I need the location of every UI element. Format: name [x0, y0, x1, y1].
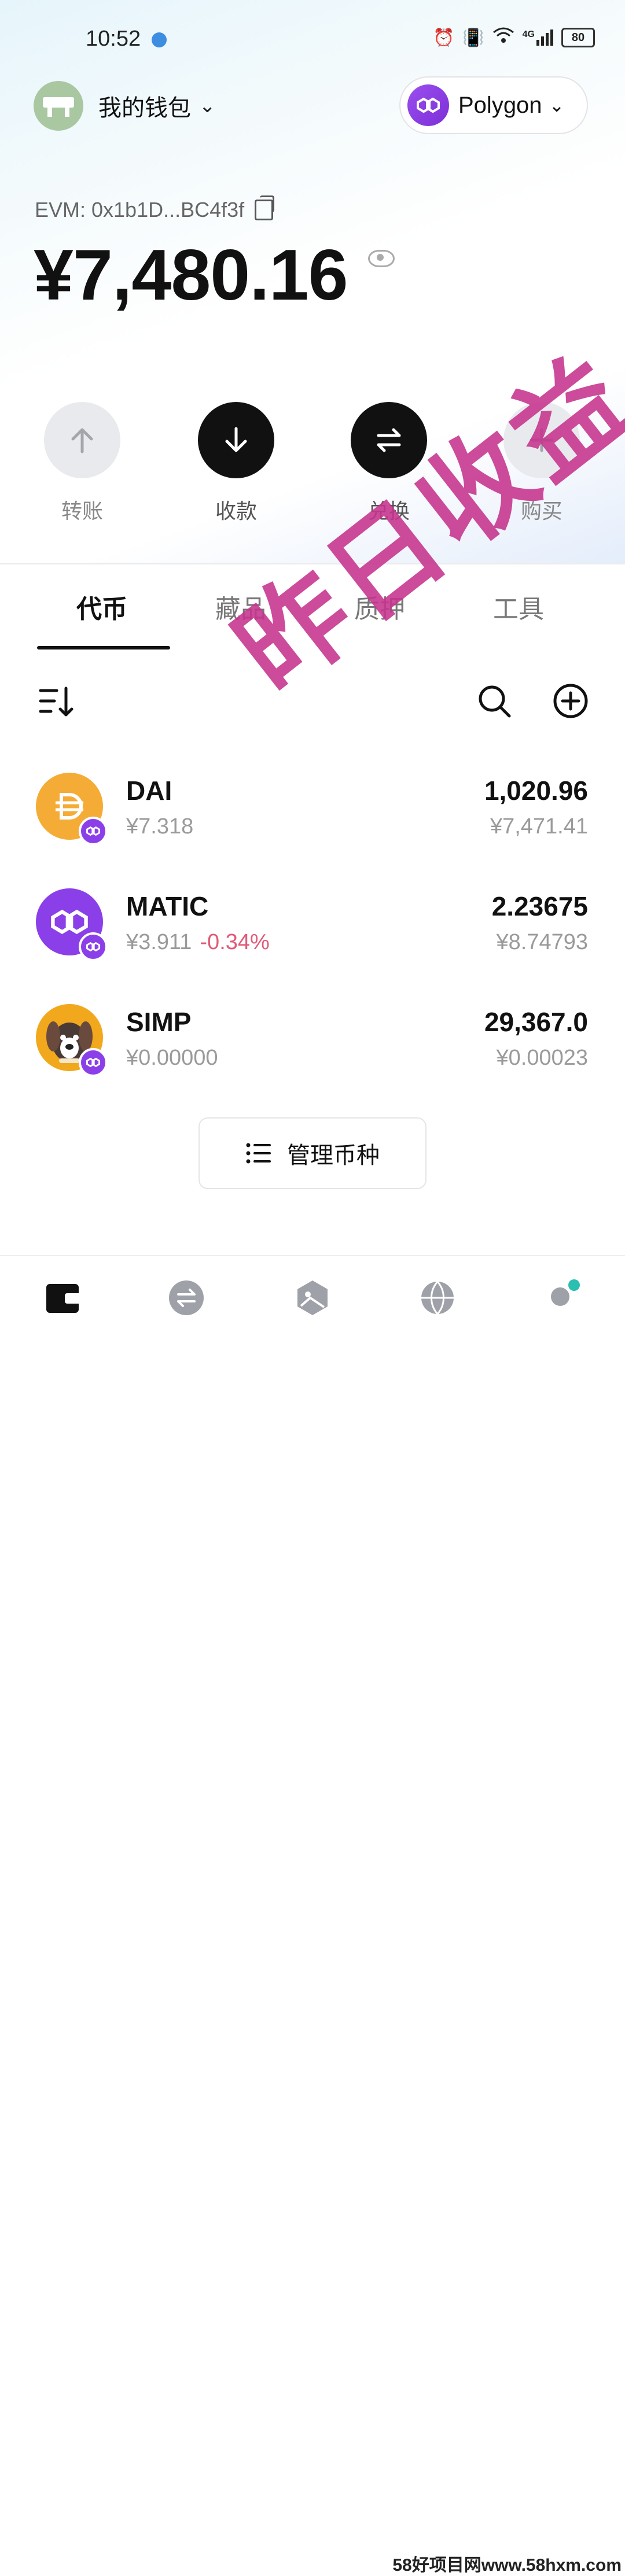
- chevron-down-icon: ⌄: [549, 95, 565, 116]
- token-value: ¥8.74793: [496, 930, 589, 954]
- arrow-down-icon: [198, 402, 274, 478]
- polygon-icon: [407, 84, 449, 126]
- status-time: 10:52: [86, 27, 141, 51]
- active-tab-indicator: [37, 646, 170, 649]
- address-row[interactable]: EVM: 0x1b1D...BC4f3f: [35, 195, 275, 222]
- manage-tokens-label: 管理币种: [287, 1143, 380, 1168]
- token-value: ¥0.00023: [496, 1046, 589, 1070]
- eye-icon[interactable]: [368, 250, 395, 267]
- wifi-icon: [492, 27, 514, 49]
- manage-tokens-button[interactable]: 管理币种: [198, 1117, 427, 1189]
- token-price-value: ¥0.00000: [126, 1046, 218, 1070]
- polygon-badge-icon: [79, 1048, 108, 1077]
- wallet-address: EVM: 0x1b1D...BC4f3f: [35, 198, 245, 222]
- swap-nav-icon[interactable]: [168, 1279, 205, 1316]
- list-icon: [246, 1143, 271, 1164]
- profile-nav-icon[interactable]: [544, 1279, 581, 1316]
- polygon-badge-icon: [79, 932, 108, 961]
- search-icon[interactable]: [476, 682, 513, 719]
- status-bar: 10:52 ⏰ 📳 4G 80: [0, 0, 625, 75]
- add-token-icon[interactable]: [552, 682, 589, 719]
- token-change: -0.34%: [200, 930, 270, 954]
- wallet-name: 我的钱包: [98, 95, 191, 121]
- token-symbol: DAI: [126, 776, 172, 806]
- token-price: ¥7.318: [126, 814, 193, 839]
- receive-button[interactable]: 收款: [178, 402, 294, 525]
- network-name: Polygon: [458, 92, 542, 118]
- token-amount: 1,020.96: [484, 776, 588, 806]
- alarm-icon: ⏰: [432, 28, 455, 47]
- battery-icon: 80: [561, 28, 595, 47]
- polygon-badge-icon: [79, 817, 108, 846]
- network-selector[interactable]: Polygon ⌄: [399, 76, 588, 134]
- token-amount: 29,367.0: [484, 1007, 588, 1037]
- transfer-label: 转账: [61, 499, 103, 523]
- tab-tools[interactable]: 工具: [493, 588, 544, 625]
- signal-type: 4G: [522, 29, 535, 39]
- token-amount: 2.23675: [491, 891, 588, 921]
- transfer-button[interactable]: 转账: [24, 402, 140, 525]
- total-balance: ¥7,480.16: [34, 235, 348, 315]
- chevron-down-icon: ⌄: [199, 95, 216, 117]
- wallet-selector[interactable]: 我的钱包 ⌄: [34, 81, 216, 131]
- signal-icon: 4G: [523, 29, 553, 46]
- token-row-matic[interactable]: MATIC ¥3.911 -0.34% 2.23675 ¥8.74793: [0, 888, 625, 969]
- token-value: ¥7,471.41: [490, 814, 588, 839]
- token-symbol: SIMP: [126, 1007, 192, 1037]
- copy-icon[interactable]: [255, 195, 275, 220]
- site-watermark: 58好项目网www.58hxm.com: [392, 2551, 622, 2576]
- token-row-dai[interactable]: DAI ¥7.318 1,020.96 ¥7,471.41: [0, 773, 625, 854]
- token-price: ¥0.00000: [126, 1046, 218, 1071]
- token-row-simp[interactable]: SIMP ¥0.00000 29,367.0 ¥0.00023: [0, 1004, 625, 1085]
- notification-dot-icon: [152, 32, 167, 47]
- wallet-nav-icon[interactable]: [44, 1279, 81, 1316]
- discover-nav-icon[interactable]: [419, 1279, 456, 1316]
- vibrate-icon: 📳: [462, 28, 484, 47]
- token-price-value: ¥3.911: [126, 930, 192, 954]
- token-symbol: MATIC: [126, 891, 209, 921]
- bottom-nav: 58好项目网www.58hxm.com: [0, 1255, 625, 2576]
- arrow-up-icon: [44, 402, 120, 478]
- tab-tokens[interactable]: 代币: [76, 588, 127, 625]
- status-icons: ⏰ 📳 4G 80: [433, 27, 595, 49]
- token-price-value: ¥7.318: [126, 814, 194, 839]
- receive-label: 收款: [215, 499, 257, 523]
- avatar: [34, 81, 83, 131]
- token-price: ¥3.911 -0.34%: [126, 930, 270, 955]
- sort-icon[interactable]: [38, 685, 75, 719]
- nft-nav-icon[interactable]: [294, 1279, 331, 1316]
